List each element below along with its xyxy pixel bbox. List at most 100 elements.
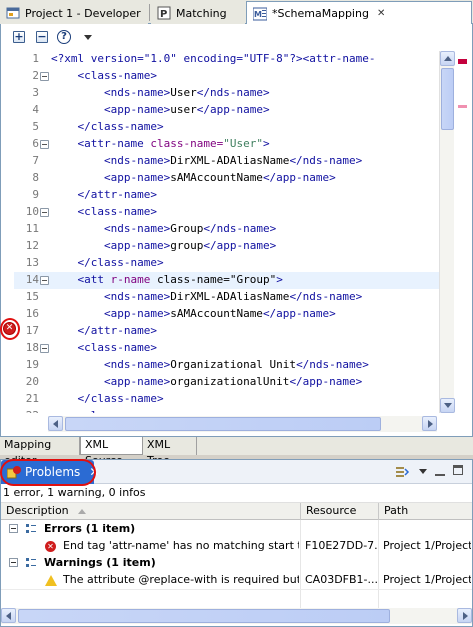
code-token: <class-name>	[77, 205, 157, 218]
fold-toggle-icon[interactable]	[40, 208, 49, 217]
code-token: </class-name>	[77, 392, 164, 405]
line-number: 8	[32, 171, 39, 184]
fold-toggle-icon[interactable]	[40, 72, 49, 81]
code-line[interactable]: 14 <att r-name class-name="Group">	[1, 272, 439, 289]
code-token: <nds-name>	[103, 358, 171, 371]
code-line[interactable]: 2 <class-name>	[1, 68, 439, 85]
fold-toggle-icon[interactable]	[40, 276, 49, 285]
code-line[interactable]: 10 <class-name>	[1, 204, 439, 221]
code-line[interactable]: 18 <class-name>	[1, 340, 439, 357]
collapse-group-icon[interactable]	[9, 558, 18, 567]
xml-source-editor[interactable]: 1 <?xml version="1.0" encoding="UTF-8"?><…	[1, 51, 439, 413]
tab-xml-source[interactable]: XML Source	[80, 437, 143, 467]
code-text: </class-name>	[51, 256, 164, 269]
tab-matching[interactable]: P Matching	[151, 2, 245, 24]
code-text: </class-name>	[51, 392, 164, 405]
editor-vertical-scrollbar[interactable]	[439, 51, 455, 413]
code-line[interactable]: 9 </attr-name>	[1, 187, 439, 204]
tab-label: *SchemaMapping	[272, 7, 369, 20]
code-line[interactable]: 22 <class-name>	[1, 408, 439, 413]
expand-all-button[interactable]: +	[12, 30, 26, 44]
code-text: <att r-name class-name="Group">	[51, 273, 283, 286]
warning-overview-mark[interactable]	[458, 105, 467, 108]
code-line[interactable]: 5 </class-name>	[1, 119, 439, 136]
code-token: </attr-name>	[77, 324, 157, 337]
tab-mapping-editor[interactable]: Mapping editor	[0, 437, 80, 467]
problem-description: End tag 'attr-name' has no matching star…	[63, 539, 299, 552]
problem-group-warnings[interactable]: Warnings (1 item)	[1, 555, 472, 572]
problems-horizontal-scrollbar[interactable]	[1, 608, 472, 624]
scroll-up-button[interactable]	[440, 51, 455, 66]
code-line[interactable]: 19 <nds-name>Organizational Unit</nds-na…	[1, 357, 439, 374]
view-menu-button[interactable]	[81, 30, 95, 44]
svg-text:M: M	[254, 10, 262, 19]
scroll-right-button[interactable]	[457, 608, 472, 623]
error-marker-icon[interactable]: ✕	[3, 322, 16, 335]
scroll-left-button[interactable]	[48, 416, 63, 431]
code-text: <class-name>	[51, 409, 157, 413]
problems-table-header: Description Resource Path	[1, 502, 472, 520]
code-token: <?xml version="1.0" encoding="UTF-8"?><a…	[51, 52, 376, 65]
editor-tab-bar: Project 1 - Developer P Matching M *Sche…	[0, 0, 473, 25]
code-line[interactable]: 16 <app-name>sAMAccountName</app-name>	[1, 306, 439, 323]
scroll-thumb-horizontal[interactable]	[18, 609, 390, 623]
line-number: 5	[32, 120, 39, 133]
scroll-right-button[interactable]	[422, 416, 437, 431]
editor-horizontal-scrollbar[interactable]	[48, 416, 437, 432]
filter-icon[interactable]	[394, 464, 410, 480]
code-token: </attr-name>	[77, 188, 157, 201]
maximize-icon[interactable]	[453, 465, 463, 475]
collapse-group-icon[interactable]	[9, 524, 18, 533]
code-line[interactable]: 6 <attr-name class-name="User">	[1, 136, 439, 153]
problem-resource: F10E27DD-7...	[305, 539, 379, 552]
column-path[interactable]: Path	[379, 503, 472, 520]
collapse-all-button[interactable]: −	[35, 30, 49, 44]
code-line[interactable]: 7 <nds-name>DirXML-ADAliasName</nds-name…	[1, 153, 439, 170]
group-label: Errors (1 item)	[44, 522, 136, 535]
table-row[interactable]: The attribute @replace-with is required …	[1, 572, 472, 589]
column-resource[interactable]: Resource	[301, 503, 379, 520]
code-line[interactable]: 8 <app-name>sAMAccountName</app-name>	[1, 170, 439, 187]
fold-toggle-icon[interactable]	[40, 344, 49, 353]
scroll-down-button[interactable]	[440, 398, 455, 413]
help-button[interactable]: ?	[57, 30, 71, 44]
code-line[interactable]: 13 </class-name>	[1, 255, 439, 272]
tab-schema-mapping[interactable]: M *SchemaMapping ✕	[246, 1, 472, 25]
error-overview-mark[interactable]	[458, 59, 467, 64]
scroll-thumb-horizontal[interactable]	[65, 417, 381, 431]
code-token: sAMAccountName	[170, 307, 263, 320]
problem-group-errors[interactable]: Errors (1 item)	[1, 521, 472, 538]
code-token: >	[276, 273, 283, 286]
code-token: <app-name>	[103, 171, 171, 184]
fold-toggle-icon[interactable]	[40, 140, 49, 149]
error-icon: ✕	[45, 541, 57, 553]
arrow-left-icon	[53, 420, 58, 428]
table-row[interactable]: ✕ End tag 'attr-name' has no matching st…	[1, 538, 472, 555]
code-line[interactable]: 15 <nds-name>DirXML-ADAliasName</nds-nam…	[1, 289, 439, 306]
line-number: 3	[32, 86, 39, 99]
code-line[interactable]: 12 <app-name>group</app-name>	[1, 238, 439, 255]
view-menu-icon[interactable]	[419, 469, 427, 474]
editor-toolbar: + − ?	[1, 25, 471, 49]
column-description[interactable]: Description	[1, 503, 301, 520]
code-token: sAMAccountName	[170, 171, 263, 184]
scroll-thumb[interactable]	[441, 68, 454, 130]
close-tab-icon[interactable]: ✕	[377, 8, 385, 19]
code-token: </app-name>	[262, 171, 336, 184]
code-line[interactable]: 20 <app-name>organizationalUnit</app-nam…	[1, 374, 439, 391]
code-text: <app-name>sAMAccountName</app-name>	[51, 307, 336, 320]
minimize-icon[interactable]	[435, 466, 445, 476]
code-line[interactable]: 17 </attr-name>	[1, 323, 439, 340]
tab-xml-tree[interactable]: XML Tree	[143, 437, 197, 467]
code-line[interactable]: 4 <app-name>user</app-name>	[1, 102, 439, 119]
tab-project-developer[interactable]: Project 1 - Developer	[0, 2, 148, 24]
code-line[interactable]: 21 </class-name>	[1, 391, 439, 408]
code-line[interactable]: 3 <nds-name>User</nds-name>	[1, 85, 439, 102]
code-line[interactable]: 1 <?xml version="1.0" encoding="UTF-8"?><…	[1, 51, 439, 68]
scroll-left-button[interactable]	[1, 608, 16, 623]
code-line[interactable]: 11 <nds-name>Group</nds-name>	[1, 221, 439, 238]
